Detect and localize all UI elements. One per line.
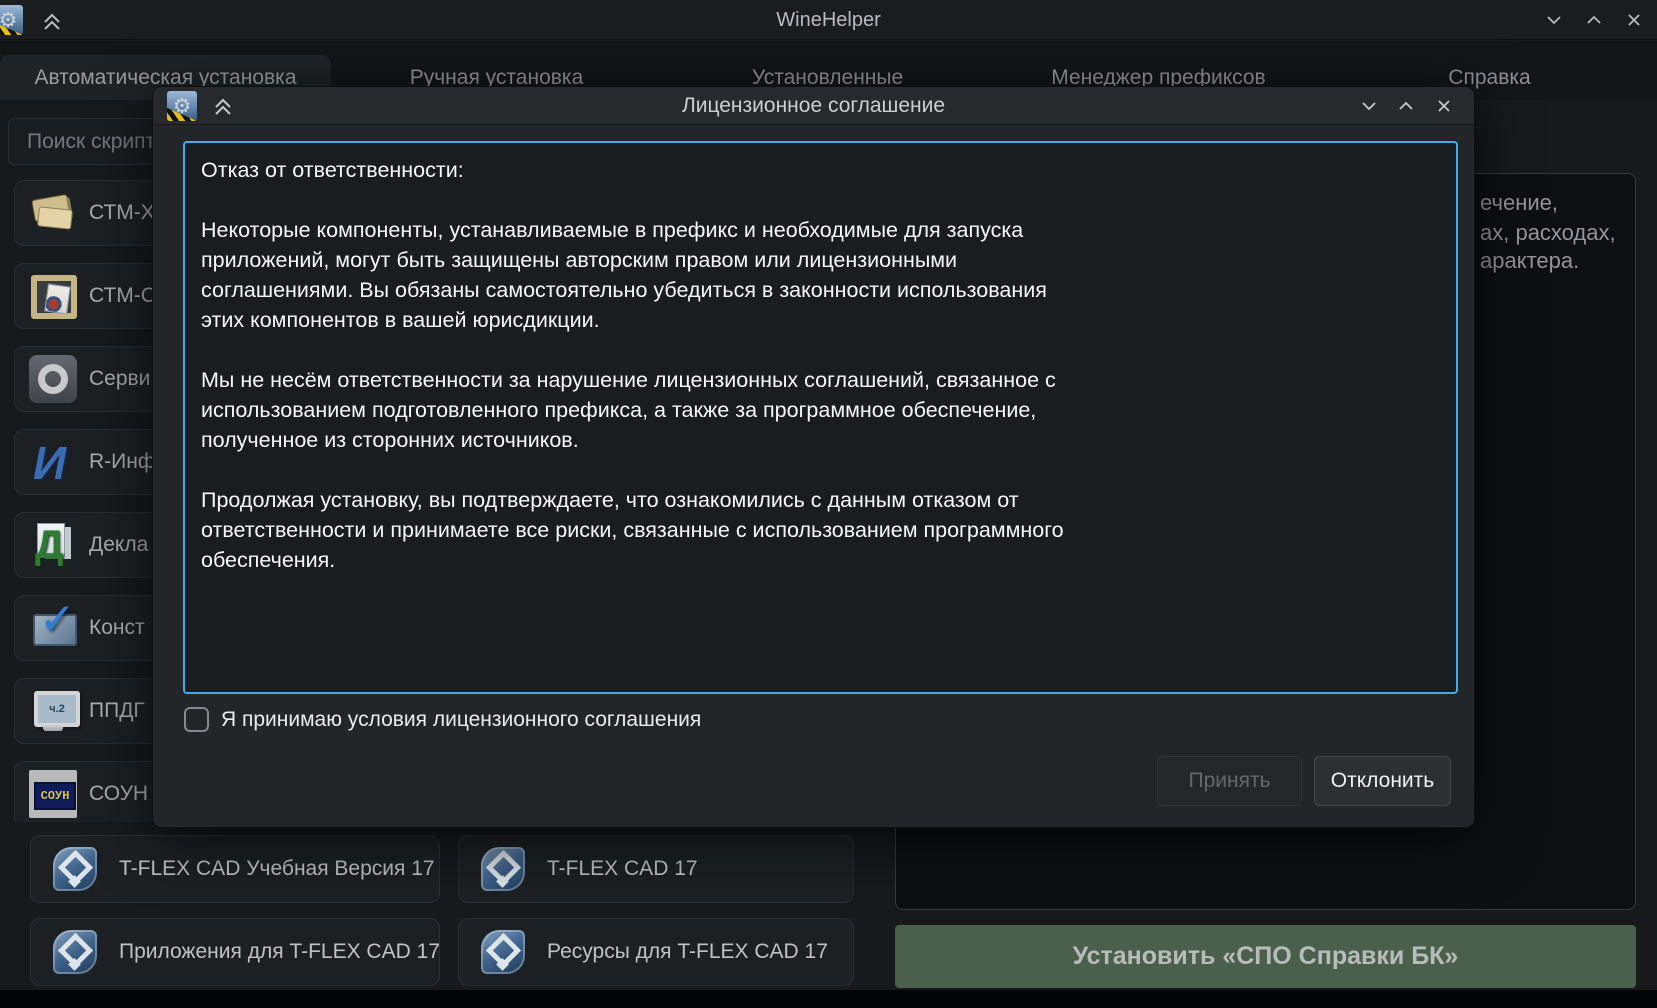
app-card-label: Ресурсы для T-FLEX CAD 17	[547, 940, 828, 964]
license-accept-checkbox[interactable]	[184, 707, 209, 732]
maximize-icon[interactable]	[1393, 93, 1419, 119]
maximize-icon[interactable]	[1581, 7, 1607, 33]
tflex-icon	[481, 930, 525, 974]
app-card-tflex-resources[interactable]: Ресурсы для T-FLEX CAD 17	[458, 918, 854, 986]
main-titlebar[interactable]: WineHelper	[0, 0, 1657, 40]
accept-button[interactable]: Принять	[1157, 756, 1302, 806]
script-icon	[29, 355, 77, 403]
minimize-icon[interactable]	[1541, 7, 1567, 33]
license-accept-label[interactable]: Я принимаю условия лицензионного соглаше…	[221, 708, 701, 732]
license-dialog: Лицензионное соглашение Отказ от ответст…	[152, 86, 1475, 828]
description-fragment: ах, расходах,	[1480, 218, 1616, 248]
app-card-label: T-FLEX CAD Учебная Версия 17	[119, 857, 435, 881]
script-label: СТМ-Х	[89, 201, 155, 225]
tflex-icon	[481, 847, 525, 891]
script-label: СОУН	[89, 782, 148, 806]
app-card-tflex-edu[interactable]: T-FLEX CAD Учебная Версия 17	[30, 835, 440, 903]
dialog-titlebar[interactable]: Лицензионное соглашение	[153, 87, 1474, 125]
script-icon	[29, 521, 77, 569]
tflex-icon	[53, 847, 97, 891]
bottom-strip	[0, 990, 1657, 1008]
description-fragment: арактера.	[1480, 246, 1579, 276]
app-card-tflex-apps[interactable]: Приложения для T-FLEX CAD 17	[30, 918, 440, 986]
close-icon[interactable]	[1621, 7, 1647, 33]
script-label: Декла	[89, 533, 148, 557]
tflex-icon	[53, 930, 97, 974]
decline-button[interactable]: Отклонить	[1314, 756, 1451, 806]
script-icon	[29, 770, 77, 818]
script-label: Серви	[89, 367, 150, 391]
script-icon	[29, 604, 77, 652]
script-icon	[29, 438, 77, 486]
description-fragment: ечение,	[1480, 188, 1558, 218]
script-label: ППДГ	[89, 699, 145, 723]
dialog-title: Лицензионное соглашение	[153, 87, 1474, 125]
close-icon[interactable]	[1431, 93, 1457, 119]
install-button[interactable]: Установить «СПО Справки БК»	[895, 925, 1636, 988]
license-text[interactable]: Отказ от ответственности: Некоторые комп…	[183, 141, 1458, 694]
app-card-label: T-FLEX CAD 17	[547, 857, 698, 881]
script-label: Конст	[89, 616, 145, 640]
script-label: СТМ-С	[89, 284, 156, 308]
accept-terms-row: Я принимаю условия лицензионного соглаше…	[184, 707, 701, 732]
script-icon	[29, 687, 77, 735]
script-label: R-Инф	[89, 450, 155, 474]
app-card-label: Приложения для T-FLEX CAD 17	[119, 940, 440, 964]
window-title: WineHelper	[0, 0, 1657, 40]
minimize-icon[interactable]	[1356, 93, 1382, 119]
app-card-tflex-cad[interactable]: T-FLEX CAD 17	[458, 835, 854, 903]
script-icon	[29, 189, 77, 237]
script-icon	[29, 272, 77, 320]
screen: WineHelper Автоматическая установка Ручн…	[0, 0, 1657, 1008]
